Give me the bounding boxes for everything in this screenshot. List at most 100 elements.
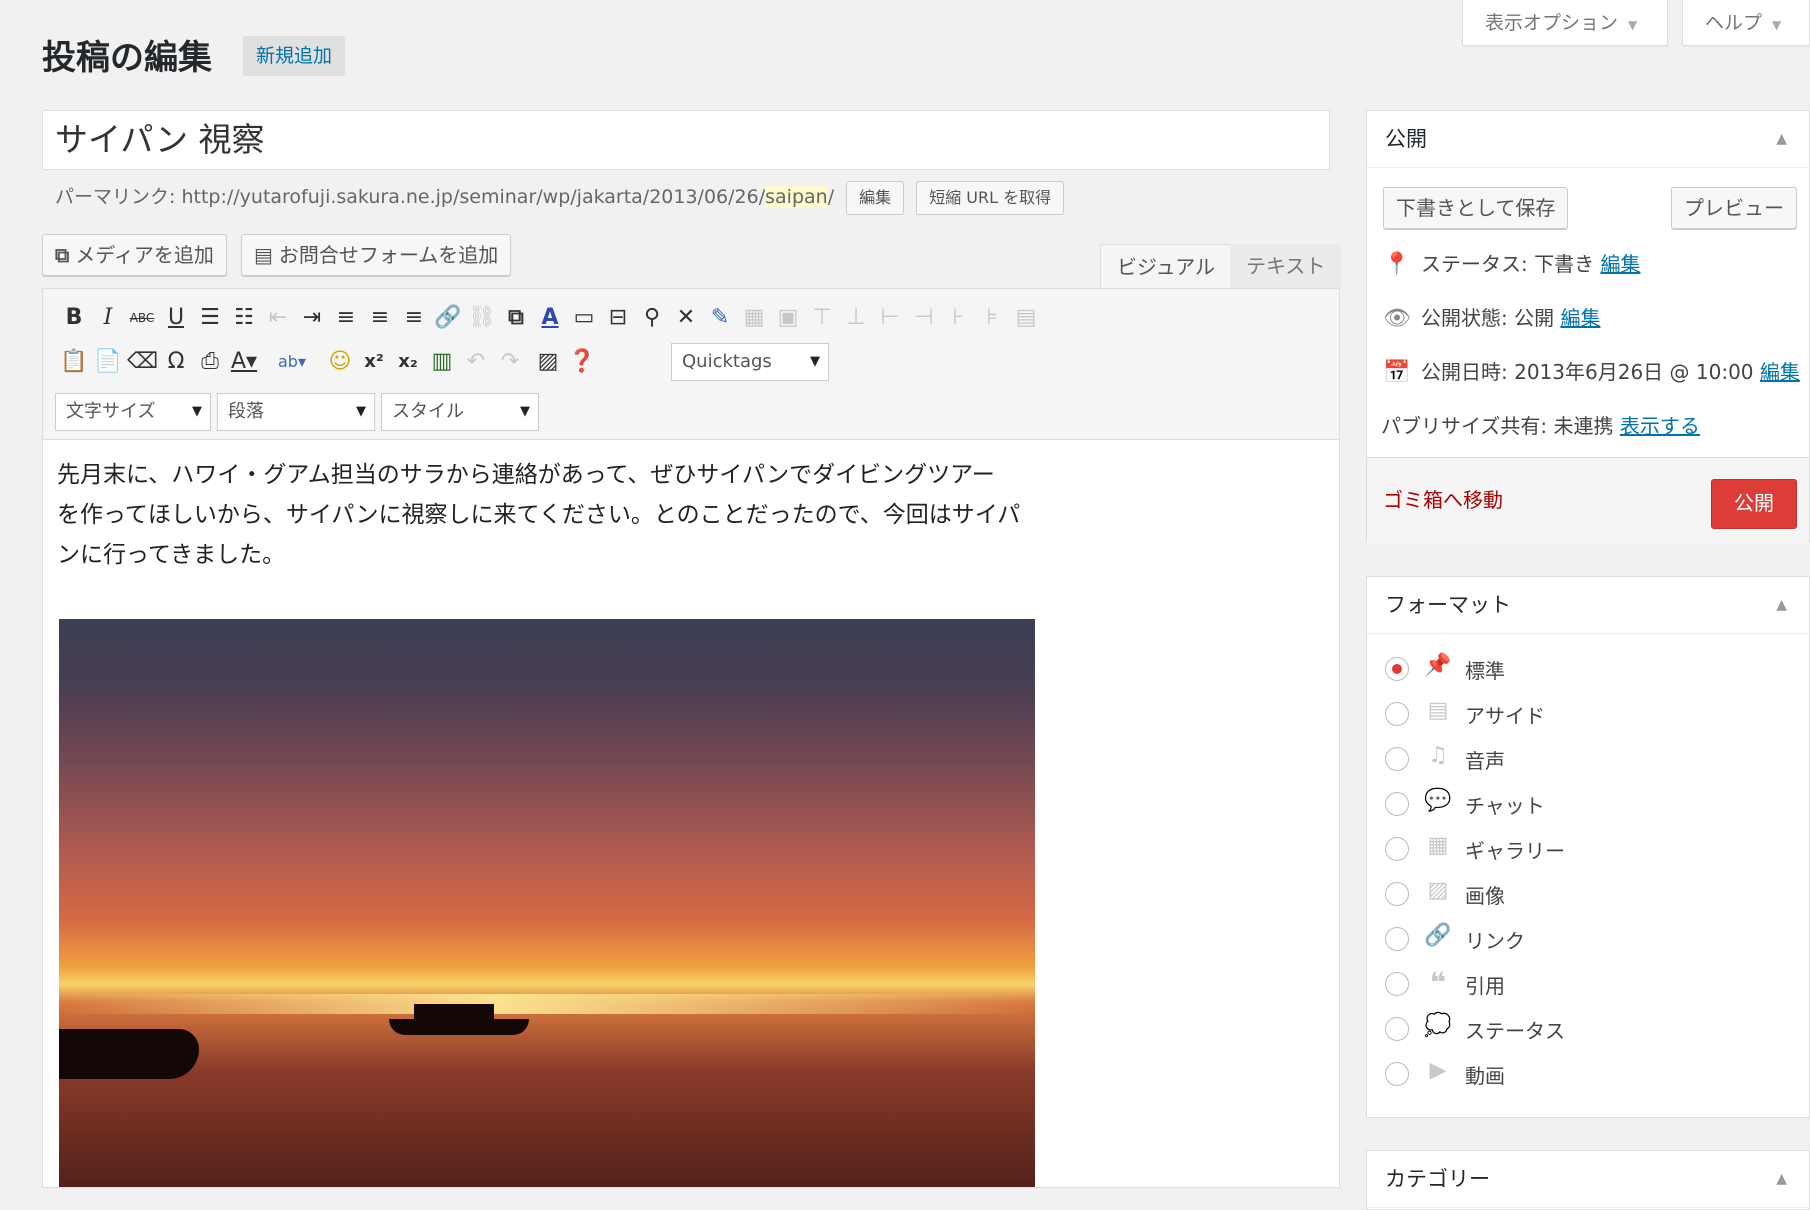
permalink-url[interactable]: http://yutarofuji.sakura.ne.jp/seminar/w… xyxy=(181,186,765,208)
print-icon[interactable]: ⎙ xyxy=(195,347,225,377)
format-label: アサイド xyxy=(1465,704,1545,728)
caret-down-icon: ▼ xyxy=(1772,18,1782,32)
special-character-icon[interactable]: Ω xyxy=(161,347,191,377)
publish-button[interactable]: 公開 xyxy=(1711,479,1797,529)
page-break-icon[interactable]: ⊟ xyxy=(603,303,633,333)
pin-icon: 📍 xyxy=(1383,252,1411,277)
paste-text-icon[interactable]: 📋 xyxy=(59,347,89,377)
visibility-label: 公開状態: 公開 xyxy=(1421,306,1555,330)
add-contact-form-button[interactable]: ▤ お問合せフォームを追加 xyxy=(241,234,512,276)
italic-icon[interactable]: I xyxy=(93,303,123,333)
bullet-list-icon[interactable]: ☰ xyxy=(195,303,225,333)
format-radio-chat[interactable] xyxy=(1385,792,1409,816)
unlink-icon[interactable]: ⛓ xyxy=(467,303,497,333)
format-box: フォーマット ▲ 📌 標準 ▤ アサイド ♫ 音声 💬 チャット ▦ ギャラリー … xyxy=(1366,576,1810,1118)
post-content[interactable]: 先月末に、ハワイ・グアム担当のサラから連絡があって、ぜひサイパンでダイビングツア… xyxy=(57,455,1047,575)
tab-visual[interactable]: ビジュアル xyxy=(1100,244,1232,288)
post-title-input[interactable]: サイパン 視察 xyxy=(42,110,1330,170)
outdent-icon[interactable]: ⇤ xyxy=(263,303,293,333)
strikethrough-icon[interactable]: ABC xyxy=(127,303,157,333)
add-media-button[interactable]: ⧉ メディアを追加 xyxy=(42,234,227,276)
status-edit-link[interactable]: 編集 xyxy=(1600,252,1640,276)
format-label: 画像 xyxy=(1465,884,1505,908)
col-before-icon[interactable]: ⊣ xyxy=(909,303,939,333)
publish-heading: 公開 xyxy=(1385,127,1427,151)
format-radio-image[interactable] xyxy=(1385,882,1409,906)
sunset-photo[interactable] xyxy=(59,619,1035,1187)
insert-video-icon[interactable]: ▥ xyxy=(427,347,457,377)
permalink-edit-button[interactable]: 編集 xyxy=(846,180,905,215)
publicize-show-link[interactable]: 表示する xyxy=(1620,414,1700,438)
date-edit-link[interactable]: 編集 xyxy=(1760,360,1800,384)
page-title: 投稿の編集 xyxy=(42,38,212,78)
undo-icon[interactable]: ↶ xyxy=(461,347,491,377)
format-radio-aside[interactable] xyxy=(1385,702,1409,726)
insert-media-icon[interactable]: ⧉ xyxy=(501,303,531,333)
underline-icon[interactable]: U xyxy=(161,303,191,333)
font-color-icon[interactable]: A▾ xyxy=(229,347,259,377)
boat-silhouette xyxy=(389,1019,529,1035)
help-tab[interactable]: ヘルプ ▼ xyxy=(1682,0,1810,46)
add-media-label: メディアを追加 xyxy=(75,243,214,267)
align-center-icon[interactable]: ≡ xyxy=(365,303,395,333)
subscript-icon[interactable]: x₂ xyxy=(393,347,423,377)
merge-cells-icon[interactable]: ▤ xyxy=(1011,303,1041,333)
screen-options-label: 表示オプション xyxy=(1485,12,1619,34)
edit-note-icon[interactable]: ✎ xyxy=(705,303,735,333)
format-radio-quote[interactable] xyxy=(1385,972,1409,996)
delete-col-icon[interactable]: ⊧ xyxy=(977,303,1007,333)
row-after-icon[interactable]: ⊥ xyxy=(841,303,871,333)
clear-formatting-icon[interactable]: ⌫ xyxy=(127,347,158,377)
format-label: 引用 xyxy=(1465,974,1505,998)
find-replace-icon[interactable]: ⚲ xyxy=(637,303,667,333)
format-label: リンク xyxy=(1465,929,1525,953)
screen-options-tab[interactable]: 表示オプション ▼ xyxy=(1462,0,1668,46)
quicktags-select[interactable]: Quicktags ▼ xyxy=(671,343,829,381)
text-color-picker-icon[interactable]: A xyxy=(535,303,565,333)
format-radio-standard[interactable] xyxy=(1385,657,1409,681)
align-left-icon[interactable]: ≡ xyxy=(331,303,361,333)
style-select[interactable]: スタイル ▼ xyxy=(381,393,539,431)
publish-box-header[interactable]: 公開 ▲ xyxy=(1367,111,1809,168)
format-radio-gallery[interactable] xyxy=(1385,837,1409,861)
format-radio-video[interactable] xyxy=(1385,1062,1409,1086)
collapse-arrow-icon[interactable]: ▲ xyxy=(1776,111,1787,167)
row-before-icon[interactable]: ⊤ xyxy=(807,303,837,333)
add-new-button[interactable]: 新規追加 xyxy=(243,36,346,76)
fullscreen-icon[interactable]: ✕ xyxy=(671,303,701,333)
table-icon[interactable]: ▦ xyxy=(739,303,769,333)
preview-button[interactable]: プレビュー xyxy=(1671,187,1797,229)
align-right-icon[interactable]: ≡ xyxy=(399,303,429,333)
format-radio-audio[interactable] xyxy=(1385,747,1409,771)
category-box-header[interactable]: カテゴリー ▲ xyxy=(1367,1151,1809,1208)
emoticon-icon[interactable]: ☺ xyxy=(325,347,355,377)
permalink-slug[interactable]: saipan xyxy=(765,186,828,208)
save-draft-button[interactable]: 下書きとして保存 xyxy=(1383,187,1569,229)
col-after-icon[interactable]: ⊦ xyxy=(943,303,973,333)
font-size-select[interactable]: 文字サイズ ▼ xyxy=(55,393,211,431)
help-icon[interactable]: ❓ xyxy=(567,347,597,377)
superscript-icon[interactable]: x² xyxy=(359,347,389,377)
delete-row-icon[interactable]: ⊢ xyxy=(875,303,905,333)
paragraph-select[interactable]: 段落 ▼ xyxy=(217,393,375,431)
collapse-arrow-icon[interactable]: ▲ xyxy=(1776,577,1787,633)
tab-text[interactable]: テキスト xyxy=(1230,244,1342,288)
format-radio-status[interactable] xyxy=(1385,1017,1409,1041)
shortlink-button[interactable]: 短縮 URL を取得 xyxy=(916,180,1065,215)
move-to-trash-link[interactable]: ゴミ箱へ移動 xyxy=(1383,485,1503,515)
format-radio-link[interactable] xyxy=(1385,927,1409,951)
table-props-icon[interactable]: ▣ xyxy=(773,303,803,333)
eye-icon: 👁 xyxy=(1383,306,1411,331)
bold-icon[interactable]: B xyxy=(59,303,89,333)
collapse-arrow-icon[interactable]: ▲ xyxy=(1776,1151,1787,1207)
numbered-list-icon[interactable]: ☷ xyxy=(229,303,259,333)
indent-icon[interactable]: ⇥ xyxy=(297,303,327,333)
link-icon[interactable]: 🔗 xyxy=(433,303,463,333)
insert-template-icon[interactable]: ▨ xyxy=(533,347,563,377)
highlight-color-icon[interactable]: ab▾ xyxy=(277,347,307,377)
insert-more-icon[interactable]: ▭ xyxy=(569,303,599,333)
format-box-header[interactable]: フォーマット ▲ xyxy=(1367,577,1809,634)
redo-icon[interactable]: ↷ xyxy=(495,347,525,377)
paste-word-icon[interactable]: 📄 xyxy=(93,347,123,377)
visibility-edit-link[interactable]: 編集 xyxy=(1560,306,1600,330)
